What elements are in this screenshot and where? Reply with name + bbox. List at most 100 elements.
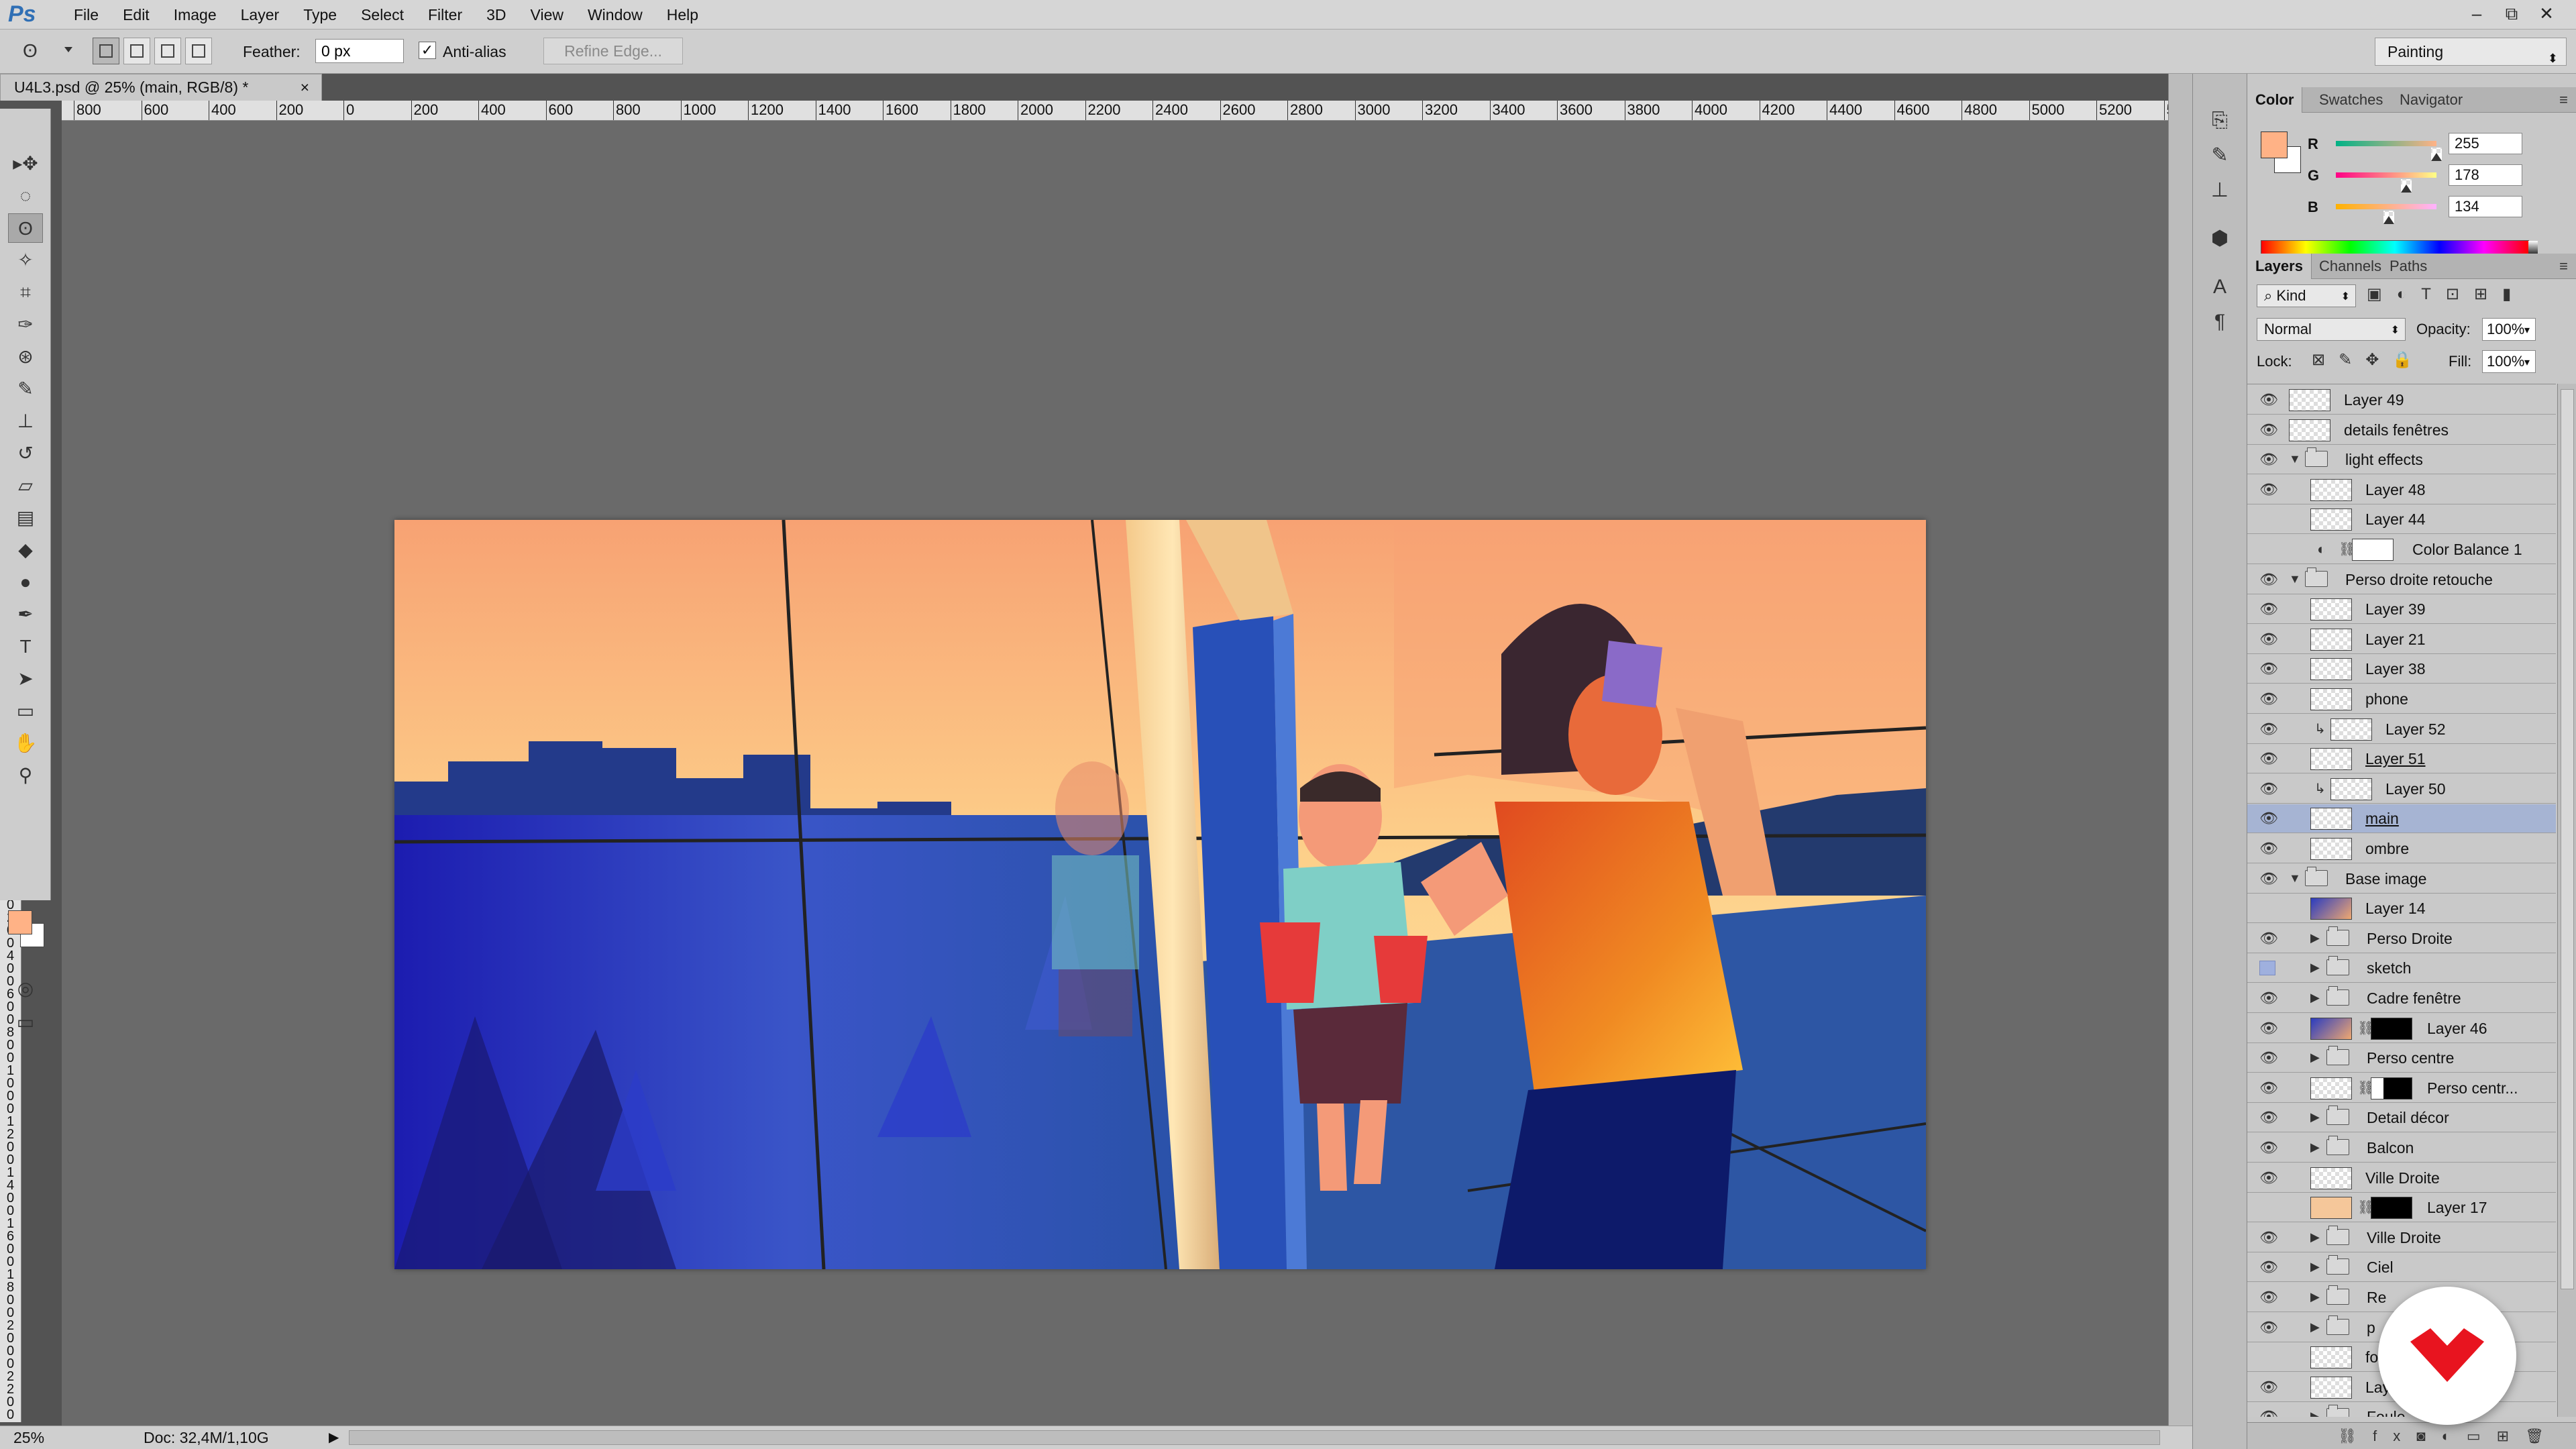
- layer-row[interactable]: 👁 ▶ Ville Droite: [2247, 1223, 2556, 1252]
- layer-row[interactable]: 👁 Ville Droite: [2247, 1163, 2556, 1193]
- dodge-tool[interactable]: ●: [8, 568, 43, 597]
- visibility-eye-icon[interactable]: 👁: [2255, 930, 2282, 947]
- layer-row[interactable]: 👁 phone: [2247, 685, 2556, 714]
- visibility-eye-icon[interactable]: 👁: [2255, 1020, 2282, 1037]
- stamp-tool[interactable]: ⊥: [8, 407, 43, 436]
- visibility-eye-icon[interactable]: 👁: [2255, 690, 2282, 708]
- visibility-eye-icon[interactable]: 👁: [2255, 1049, 2282, 1067]
- layer-row[interactable]: 👁 ▼ Perso droite retouche: [2247, 565, 2556, 594]
- 3d-panel-icon[interactable]: ⬢: [2193, 221, 2247, 256]
- history-panel-icon[interactable]: ⎘: [2193, 103, 2247, 138]
- layer-thumbnail[interactable]: [2310, 898, 2352, 920]
- layer-row[interactable]: 👁 details fenêtres: [2247, 415, 2556, 445]
- move-tool[interactable]: ▸✥: [8, 149, 43, 178]
- menu-image[interactable]: Image: [162, 0, 229, 30]
- menu-type[interactable]: Type: [291, 0, 349, 30]
- layer-thumbnail[interactable]: [2310, 748, 2352, 771]
- layer-row[interactable]: 👁 Layer 38: [2247, 655, 2556, 684]
- blend-mode-select[interactable]: Normal ⬍: [2257, 318, 2406, 341]
- close-button[interactable]: ✕: [2529, 0, 2564, 30]
- tab-paths[interactable]: Paths: [2381, 254, 2435, 279]
- tab-color[interactable]: Color: [2247, 87, 2303, 113]
- layer-row[interactable]: 👁 ▶ Balcon: [2247, 1134, 2556, 1163]
- visibility-eye-icon[interactable]: 👁: [2255, 870, 2282, 888]
- layer-row[interactable]: 👁 ↳ Layer 50: [2247, 774, 2556, 804]
- layer-mask-thumbnail[interactable]: [2352, 539, 2394, 561]
- canvas-area[interactable]: [62, 121, 2168, 1426]
- artwork-canvas[interactable]: [394, 520, 1926, 1269]
- lock-transparent-icon[interactable]: ⊠: [2312, 351, 2339, 369]
- layer-row[interactable]: 👁▶sketch: [2247, 954, 2556, 983]
- subtract-selection-button[interactable]: [154, 38, 181, 64]
- eraser-tool[interactable]: ▱: [8, 471, 43, 500]
- filter-adjustment-icon[interactable]: ◐: [2397, 285, 2422, 303]
- add-selection-button[interactable]: [123, 38, 150, 64]
- channel-value-input[interactable]: 255: [2449, 133, 2522, 154]
- visibility-eye-icon[interactable]: 👁: [2255, 810, 2282, 827]
- visibility-eye-icon[interactable]: 👁: [2255, 631, 2282, 648]
- visibility-eye-icon[interactable]: 👁: [2255, 1258, 2282, 1276]
- status-menu-arrow-icon[interactable]: ▶: [329, 1426, 339, 1449]
- crop-tool[interactable]: ⌗: [8, 278, 43, 307]
- healing-tool[interactable]: ⊛: [8, 342, 43, 372]
- feather-input[interactable]: [315, 39, 404, 63]
- channel-slider[interactable]: [2336, 141, 2442, 161]
- zoom-tool[interactable]: ⚲: [8, 761, 43, 790]
- chevron-right-icon[interactable]: ▶: [2310, 1140, 2320, 1155]
- layer-row[interactable]: 👁 ⛓ Layer 46: [2247, 1014, 2556, 1043]
- layer-row[interactable]: 👁 Layer 51: [2247, 745, 2556, 774]
- hand-tool[interactable]: ✋: [8, 729, 43, 758]
- character-panel-icon[interactable]: A: [2193, 270, 2247, 305]
- add-mask-icon[interactable]: ◙: [2416, 1428, 2441, 1444]
- tab-swatches[interactable]: Swatches: [2311, 87, 2391, 113]
- slider-thumb-icon[interactable]: [2400, 179, 2412, 193]
- visibility-eye-icon[interactable]: 👁: [2255, 1109, 2282, 1126]
- quick-select-tool[interactable]: ✧: [8, 246, 43, 275]
- menu-filter[interactable]: Filter: [416, 0, 474, 30]
- layer-row[interactable]: 👁◐⛓Color Balance 1: [2247, 535, 2556, 564]
- chevron-right-icon[interactable]: ▶: [2310, 1409, 2320, 1417]
- tab-navigator[interactable]: Navigator: [2392, 87, 2471, 113]
- adjustment-layer-icon[interactable]: ◐: [2442, 1428, 2467, 1444]
- layer-thumbnail[interactable]: [2310, 1197, 2352, 1220]
- visibility-eye-icon[interactable]: 👁: [2255, 421, 2282, 439]
- marquee-tool[interactable]: ◌: [8, 181, 43, 211]
- new-group-icon[interactable]: ▭: [2467, 1428, 2497, 1444]
- fill-input[interactable]: 100% ▾: [2482, 350, 2536, 373]
- visibility-eye-icon[interactable]: 👁: [2255, 989, 2282, 1007]
- menu-layer[interactable]: Layer: [229, 0, 292, 30]
- new-layer-icon[interactable]: ⊞: [2497, 1428, 2525, 1444]
- filter-smart-icon[interactable]: ⊞: [2474, 285, 2502, 303]
- layer-row[interactable]: 👁 main: [2247, 804, 2556, 834]
- tab-channels[interactable]: Channels: [2311, 254, 2390, 279]
- layer-thumbnail[interactable]: [2310, 1167, 2352, 1189]
- filter-pixel-icon[interactable]: ▣: [2367, 285, 2397, 303]
- chevron-right-icon[interactable]: ▶: [2310, 1290, 2320, 1304]
- visibility-eye-icon[interactable]: 👁: [2255, 1379, 2282, 1396]
- canvas-vertical-scrollbar[interactable]: [2168, 74, 2192, 1426]
- visibility-eye-icon[interactable]: 👁: [2255, 391, 2282, 409]
- intersect-selection-button[interactable]: [185, 38, 212, 64]
- slider-thumb-icon[interactable]: [2383, 211, 2394, 224]
- layer-row[interactable]: 👁 ▼ Base image: [2247, 864, 2556, 894]
- layer-row[interactable]: 👁 ▶ Perso centre: [2247, 1044, 2556, 1073]
- layer-row[interactable]: 👁 Layer 14: [2247, 894, 2556, 924]
- filter-kind-select[interactable]: ⌕ Kind ⬍: [2257, 284, 2356, 307]
- zoom-level[interactable]: 25%: [13, 1426, 44, 1449]
- tool-preset-picker[interactable]: ʘ: [23, 38, 72, 64]
- visibility-eye-icon[interactable]: 👁: [2255, 1289, 2282, 1306]
- visibility-eye-icon[interactable]: 👁: [2255, 600, 2282, 618]
- brush-presets-icon[interactable]: ✎: [2193, 138, 2247, 173]
- layer-thumbnail[interactable]: [2310, 1077, 2352, 1099]
- layer-mask-thumbnail[interactable]: [2371, 1017, 2412, 1040]
- visibility-eye-icon[interactable]: 👁: [2255, 571, 2282, 588]
- document-tab[interactable]: U4L3.psd @ 25% (main, RGB/8) * ×: [0, 74, 322, 101]
- layer-row[interactable]: 👁 ▼ light effects: [2247, 445, 2556, 475]
- visibility-eye-icon[interactable]: 👁: [2255, 660, 2282, 678]
- layer-mask-thumbnail[interactable]: [2371, 1197, 2412, 1220]
- chevron-right-icon[interactable]: ▶: [2310, 991, 2320, 1005]
- chevron-right-icon[interactable]: ▶: [2310, 1320, 2320, 1334]
- workspace-switcher[interactable]: Painting ⬍: [2375, 38, 2567, 66]
- visibility-eye-icon[interactable]: 👁: [2255, 900, 2282, 917]
- filter-shape-icon[interactable]: ⊡: [2446, 285, 2474, 303]
